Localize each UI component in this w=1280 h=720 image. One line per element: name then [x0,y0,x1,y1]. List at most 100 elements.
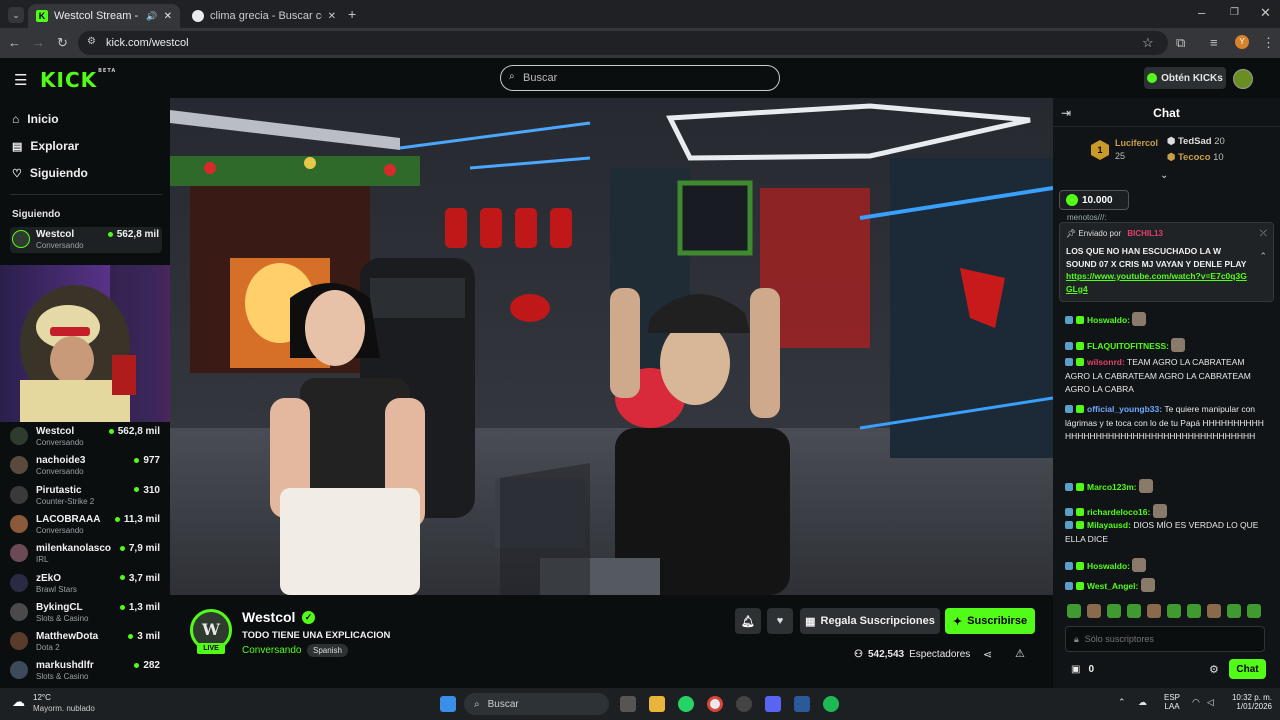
chat-username[interactable]: FLAQUITOFITNESS: [1087,341,1169,351]
bookmark-star-icon[interactable]: ☆ [1142,36,1154,50]
url-bar[interactable]: ⚙ kick.com/westcol [78,31,1168,55]
maximize-icon[interactable]: ❐ [1230,6,1239,20]
windows-start-icon[interactable] [440,696,456,712]
back-icon[interactable]: ← [8,36,21,50]
user-avatar[interactable] [1233,69,1253,89]
tab-clima[interactable]: clima grecia - Buscar con Goog ✕ [184,4,344,28]
recommended-channel[interactable]: LACOBRAAA Conversando 11,3 mil [10,512,160,538]
kick-logo[interactable]: KICKBETA [40,68,116,92]
channel-points[interactable]: ▣ 0 [1071,664,1094,675]
streamer-name[interactable]: Westcol [242,609,295,625]
recommended-channel[interactable]: MatthewDota Dota 2 3 mil [10,629,160,655]
recommended-channel[interactable]: Westcol Conversando 562,8 mil [10,424,160,450]
report-icon[interactable]: ⚠ [1015,647,1025,660]
browser-tab-strip: ⌄ K Westcol Stream - Watch Li... 🔊 ✕ cli… [0,0,1280,28]
wifi-icon[interactable]: ◠ [1192,697,1200,708]
chat-input-box[interactable]: 🔒︎ [1065,626,1265,652]
leader-name[interactable]: Lucifercol [1115,138,1158,148]
emote-icon[interactable] [1147,604,1161,618]
app-icon[interactable] [736,696,752,712]
emote-icon[interactable] [1187,604,1201,618]
emote-icon[interactable] [1127,604,1141,618]
nav-siguiendo[interactable]: ♡ Siguiendo [12,166,88,180]
pinned-sender[interactable]: BICHIL13 [1127,229,1163,238]
search-bar[interactable]: ⌕ [500,65,780,91]
chat-username[interactable]: Hoswaldo: [1087,315,1130,325]
tray-icon[interactable]: ☁ [1138,697,1147,708]
profile-avatar[interactable]: Y [1235,35,1249,49]
new-tab-icon[interactable]: + [348,7,356,21]
search-input[interactable] [523,72,753,84]
whatsapp-icon[interactable] [678,696,694,712]
emote-icon[interactable] [1107,604,1121,618]
chat-username[interactable]: Milayausd: [1087,520,1131,530]
extensions-icon[interactable]: ⧉ [1176,36,1185,50]
pinned-link[interactable]: https://www.youtube.com/watch?v=E7c0q3GG… [1066,271,1247,294]
recommended-channel[interactable]: BykingCL Slots & Casino 1,3 mil [10,600,160,626]
chat-username[interactable]: wilsonrd: [1087,357,1125,367]
nav-explorar[interactable]: ▤ Explorar [12,139,79,153]
recommended-channel[interactable]: Pirutastic Counter-Strike 2 310 [10,483,160,509]
video-player[interactable] [170,98,1053,595]
get-kicks-button[interactable]: Obtén KICKs [1144,67,1226,89]
chat-username[interactable]: Marco123m: [1087,482,1137,492]
chat-username[interactable]: West_Angel: [1087,581,1138,591]
kicks-pill[interactable]: 10.000 [1059,190,1129,210]
task-view-icon[interactable] [620,696,636,712]
notification-bell-button[interactable]: 🔔︎ [735,608,761,634]
forward-icon[interactable]: → [32,36,45,50]
leader-2[interactable]: ⬢ TedSad 20 [1167,136,1225,147]
emote-icon[interactable] [1247,604,1261,618]
send-chat-button[interactable]: Chat [1229,659,1266,679]
nav-inicio[interactable]: ⌂ Inicio [12,112,59,126]
stream-category[interactable]: Conversando [242,645,301,656]
tab-search-icon[interactable]: ⌄ [8,7,24,23]
language-tag[interactable]: Spanish [307,644,348,657]
recommended-channel[interactable]: milenkanolasco IRL 7,9 mil [10,541,160,567]
clock[interactable]: 10:32 p. m. 1/01/2026 [1226,693,1272,711]
app-icon[interactable] [794,696,810,712]
hamburger-menu-icon[interactable]: ☰ [14,71,27,89]
chat-username[interactable]: Hoswaldo: [1087,561,1130,571]
media-controls-icon[interactable]: ≡ [1210,36,1218,50]
taskbar-search[interactable]: ⌕ Buscar [464,693,609,715]
chrome-menu-icon[interactable]: ⋮ [1262,36,1275,50]
speaker-icon[interactable]: 🔊 [146,11,157,22]
chat-username[interactable]: official_youngb33: [1087,404,1162,414]
following-channel[interactable]: Westcol Conversando 562,8 mil [10,227,162,253]
recommended-channel[interactable]: nachoide3 Conversando 977 [10,453,160,479]
emote-icon[interactable] [1087,604,1101,618]
weather-temp[interactable]: 12°C [33,693,51,702]
emote-icon[interactable] [1167,604,1181,618]
chrome-icon[interactable] [707,696,723,712]
emote-icon[interactable] [1227,604,1241,618]
gift-subs-button[interactable]: ▦ Regala Suscripciones [800,608,940,634]
follow-button[interactable]: ♥ [767,608,793,634]
share-icon[interactable]: ⋖ [983,648,992,661]
close-tab-icon[interactable]: ✕ [328,11,336,22]
emote-icon[interactable] [1067,604,1081,618]
language-indicator[interactable]: ESP LAA [1164,693,1180,711]
volume-icon[interactable]: ◁ [1207,697,1214,708]
file-explorer-icon[interactable] [649,696,665,712]
expand-leaderboard-icon[interactable]: ⌄ [1160,170,1168,181]
reload-icon[interactable]: ↻ [57,36,68,50]
site-info-icon[interactable]: ⚙ [87,36,96,47]
minimize-icon[interactable]: – [1198,6,1205,20]
unpin-icon[interactable]: ⤫ [1260,228,1267,239]
chat-username[interactable]: richardeloco16: [1087,507,1150,517]
leader-3[interactable]: ⬢ Tecoco 10 [1167,152,1224,163]
close-tab-icon[interactable]: ✕ [164,11,172,22]
close-window-icon[interactable]: ✕ [1260,6,1271,20]
spotify-icon[interactable] [823,696,839,712]
recommended-channel[interactable]: markushdlfr Slots & Casino 282 [10,658,160,684]
chat-settings-icon[interactable]: ⚙ [1209,663,1219,676]
tray-chevron-icon[interactable]: ⌃ [1118,697,1126,708]
discord-icon[interactable] [765,696,781,712]
subscribe-button[interactable]: ✦ Suscribirse [945,608,1035,634]
recommended-channel[interactable]: zEkO Brawl Stars 3,7 mil [10,571,160,597]
chat-input[interactable] [1084,634,1245,644]
collapse-pin-icon[interactable]: ⌃ [1259,251,1267,262]
tab-westcol[interactable]: K Westcol Stream - Watch Li... 🔊 ✕ [28,4,180,28]
emote-icon[interactable] [1207,604,1221,618]
